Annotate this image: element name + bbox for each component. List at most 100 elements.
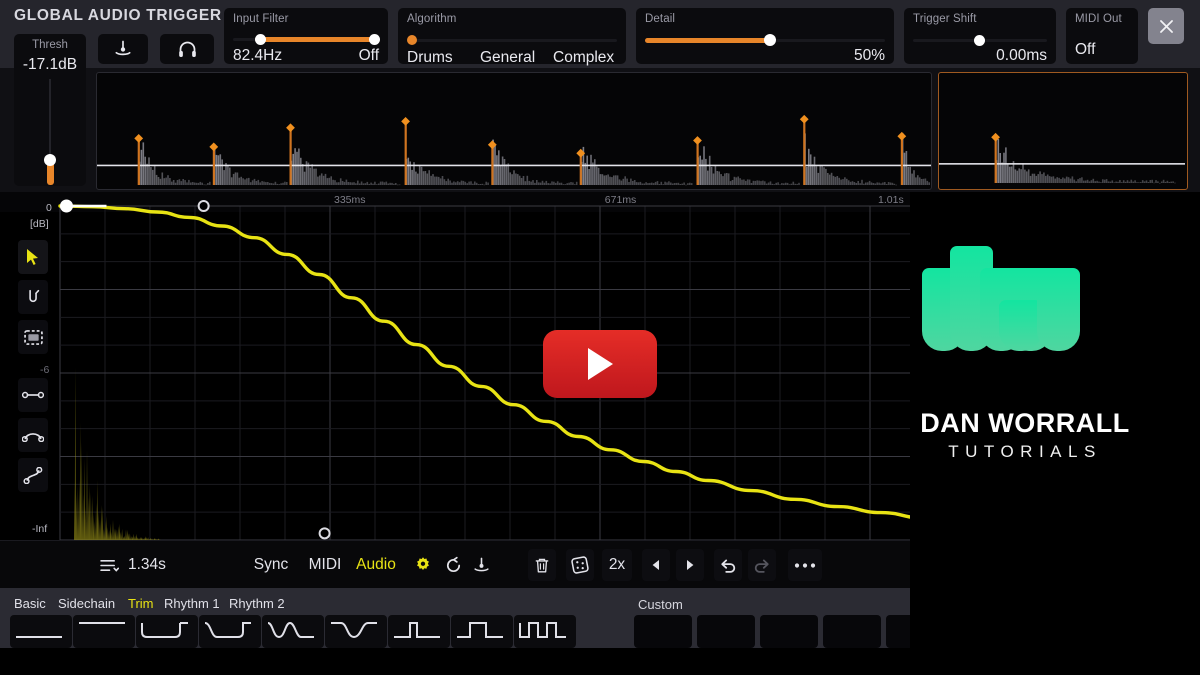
pen-curve-icon [28,289,39,302]
trash-icon [535,558,549,572]
marquee-select-icon [23,329,43,345]
algorithm-knob[interactable] [407,35,417,45]
marquee-select-tool[interactable] [18,320,48,354]
close-icon [1159,19,1173,33]
shape-flat-high-icon [79,622,125,624]
loop-icon [446,556,460,572]
settings-button[interactable] [410,549,436,581]
video-overlay-bottom [0,648,1200,675]
shape-narrow-pulse-icon [394,622,440,638]
custom-preset-slot[interactable] [634,615,692,648]
algorithm-control[interactable]: Algorithm Drums General Complex [398,8,626,67]
trigger-icon [473,557,489,571]
pointer-tool[interactable] [18,240,48,274]
plugin-window: GLOBAL AUDIO TRIGGER Thresh -17.1dB Inpu [0,0,1200,675]
loop-length-value[interactable]: 1.34s [128,549,190,581]
time-tick-label: 335ms [334,194,366,206]
close-button[interactable] [1148,8,1184,44]
watermark-subtitle: TUTORIALS [948,442,1102,461]
list-icon [99,559,119,572]
shape-double-pulse-icon [519,622,566,638]
undo-button[interactable] [714,549,742,581]
detail-label: Detail [645,13,676,25]
mode-audio-button[interactable]: Audio [352,549,400,581]
previous-button[interactable] [642,549,670,581]
waveform-detail-graphic [939,132,1185,184]
line-segment-icon [22,391,44,399]
trigger-mode-button[interactable] [468,549,494,581]
input-filter-low-value: 82.4Hz [233,47,283,64]
trigger-icon [115,40,131,56]
custom-preset-slot[interactable] [760,615,818,648]
youtube-play-icon [588,348,613,380]
preset-tab-rhythm1[interactable]: Rhythm 1 [164,596,220,611]
audio-waveform-display[interactable] [96,72,932,190]
arc-tool[interactable] [18,418,48,452]
watermark-logo: DAN WORRALL TUTORIALS [920,230,1130,465]
pen-tool[interactable] [18,280,48,314]
preset-shape-button[interactable] [514,615,576,648]
audio-waveform-detail-display[interactable] [938,72,1188,190]
more-options-button[interactable] [788,549,822,581]
preset-tab-trim[interactable]: Trim [128,596,154,611]
detail-control[interactable]: Detail 50% [636,8,894,64]
midi-out-control[interactable]: MIDI Out Off [1066,8,1138,64]
list-button[interactable] [96,549,122,581]
input-filter-control[interactable]: Input Filter 82.4Hz Off [224,8,388,64]
input-filter-low-knob[interactable] [255,34,266,45]
algorithm-option-general[interactable]: General [480,49,535,67]
preset-shape-button[interactable] [73,615,135,648]
midi-out-label: MIDI Out [1075,13,1122,25]
mode-midi-button[interactable]: MIDI [302,549,348,581]
preset-shape-button[interactable] [10,615,72,648]
preset-shape-button[interactable] [136,615,198,648]
loop-button[interactable] [440,549,466,581]
headphones-monitor-button[interactable] [160,34,214,64]
preset-tab-rhythm2[interactable]: Rhythm 2 [229,596,285,611]
shape-sine-dip-icon [267,621,314,639]
shape-curve-down-hold-icon [204,622,251,638]
preset-shape-button[interactable] [199,615,261,648]
threshold-control[interactable]: Thresh -17.1dB [14,34,86,186]
trigger-shift-control[interactable]: Trigger Shift 0.00ms [904,8,1056,64]
input-filter-high-knob[interactable] [369,34,380,45]
next-button[interactable] [676,549,704,581]
trigger-source-button[interactable] [98,34,148,64]
midi-out-value: Off [1075,41,1096,58]
time-tick-label: 1.01s [878,194,904,206]
custom-section-label: Custom [638,597,683,612]
redo-icon [754,559,769,573]
algorithm-option-drums[interactable]: Drums [407,49,453,67]
shape-step-down-hold-icon [141,622,188,638]
threshold-value: -17.1dB [22,56,78,73]
trigger-shift-value: 0.00ms [996,47,1047,64]
detail-fill [645,38,770,43]
input-filter-range [255,37,377,42]
preset-shape-button[interactable] [388,615,450,648]
algorithm-track [407,39,617,42]
mode-sync-button[interactable]: Sync [246,549,296,581]
preset-tab-sidechain[interactable]: Sidechain [58,596,115,611]
custom-preset-slot[interactable] [697,615,755,648]
multiplier-button[interactable]: 2x [602,549,632,581]
preset-shape-button[interactable] [325,615,387,648]
line-tool[interactable] [18,378,48,412]
preset-tab-basic[interactable]: Basic [14,596,46,611]
custom-preset-slot[interactable] [823,615,881,648]
detail-knob[interactable] [764,34,776,46]
preset-shape-button[interactable] [451,615,513,648]
page-title: GLOBAL AUDIO TRIGGER [14,7,222,24]
preset-shape-button[interactable] [262,615,324,648]
algorithm-option-complex[interactable]: Complex [553,49,614,67]
randomize-button[interactable] [566,549,594,581]
threshold-knob[interactable] [44,154,56,166]
play-button[interactable] [543,330,657,398]
prev-arrow-icon [652,560,659,570]
s-curve-tool[interactable] [18,458,48,492]
time-tick-label: 671ms [604,194,637,206]
delete-button[interactable] [528,549,556,581]
trigger-shift-knob[interactable] [974,35,985,46]
undo-icon [721,559,736,573]
waveform-graphic [97,114,931,186]
redo-button[interactable] [748,549,776,581]
